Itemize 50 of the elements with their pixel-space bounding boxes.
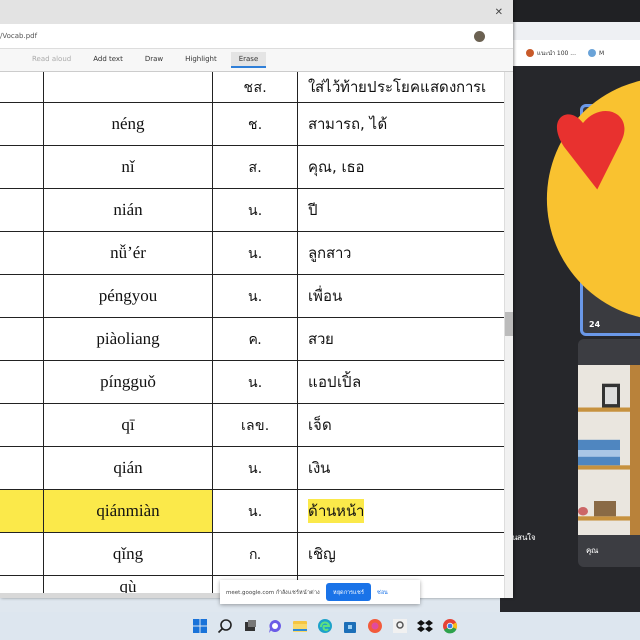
participant-label: คุณ	[586, 545, 598, 557]
table-cell: น.	[213, 232, 298, 274]
table-cell: เลข.	[213, 404, 298, 446]
table-cell: nián	[44, 189, 213, 231]
table-cell: น.	[213, 361, 298, 403]
table-cell: néng	[44, 103, 213, 145]
table-cell: น.	[213, 447, 298, 489]
table-cell: น.	[213, 490, 298, 532]
table-cell: péngyou	[44, 275, 213, 317]
table-cell: nǐ	[44, 146, 213, 188]
table-cell: píngguǒ	[44, 361, 213, 403]
windows-icon[interactable]	[192, 618, 208, 634]
table-cell-text: เงิน	[307, 458, 331, 479]
table-cell: ชส.	[213, 72, 298, 102]
table-cell: ก.	[213, 533, 298, 575]
table-cell-text: แอปเปิ้ล	[307, 370, 362, 393]
table-cell-text: คุณ, เธอ	[307, 157, 366, 178]
table-cell-text: ปี	[306, 200, 319, 221]
table-cell-text: เจ็ด	[307, 414, 333, 436]
participant-label: 24	[589, 320, 600, 329]
search-icon[interactable]	[217, 618, 233, 634]
table-cell: piàoliang	[44, 318, 213, 360]
table-cell: qián	[44, 447, 213, 489]
table-cell-text: เชิญ	[307, 544, 337, 565]
table-cell: qiánmiàn	[44, 490, 213, 532]
table-cell-text: ลูกสาว	[307, 243, 352, 264]
table-cell-text: ใส่ไว้ท้ายประโยคแสดงการเ	[307, 77, 487, 98]
site-icon	[526, 49, 534, 57]
table-cell: น.	[213, 189, 298, 231]
table-cell-text: สามารถ, ได้	[307, 114, 389, 135]
table-cell: qǐng	[44, 533, 213, 575]
table-cell: น.	[213, 275, 298, 317]
app-icon[interactable]	[392, 618, 408, 634]
table-cell: ด้านหน้า	[298, 490, 504, 532]
chat-icon[interactable]	[267, 618, 283, 634]
table-cell: nǚ’ér	[44, 232, 213, 274]
table-cell-text: สวย	[307, 329, 335, 350]
site-icon	[588, 49, 596, 57]
browser-icon[interactable]	[317, 618, 333, 634]
table-cell-text: เพื่อน	[307, 284, 343, 307]
task-view-icon[interactable]	[242, 618, 258, 634]
table-cell: ช.	[213, 103, 298, 145]
table-cell: qī	[44, 404, 213, 446]
table-cell: ค.	[213, 318, 298, 360]
caption-text: นสนใจ	[512, 532, 536, 544]
scrollbar[interactable]	[504, 72, 513, 598]
close-icon[interactable]: ✕	[494, 6, 503, 18]
table-cell: ส.	[213, 146, 298, 188]
folder-icon[interactable]	[292, 618, 308, 634]
avatar-icon[interactable]	[474, 30, 485, 42]
